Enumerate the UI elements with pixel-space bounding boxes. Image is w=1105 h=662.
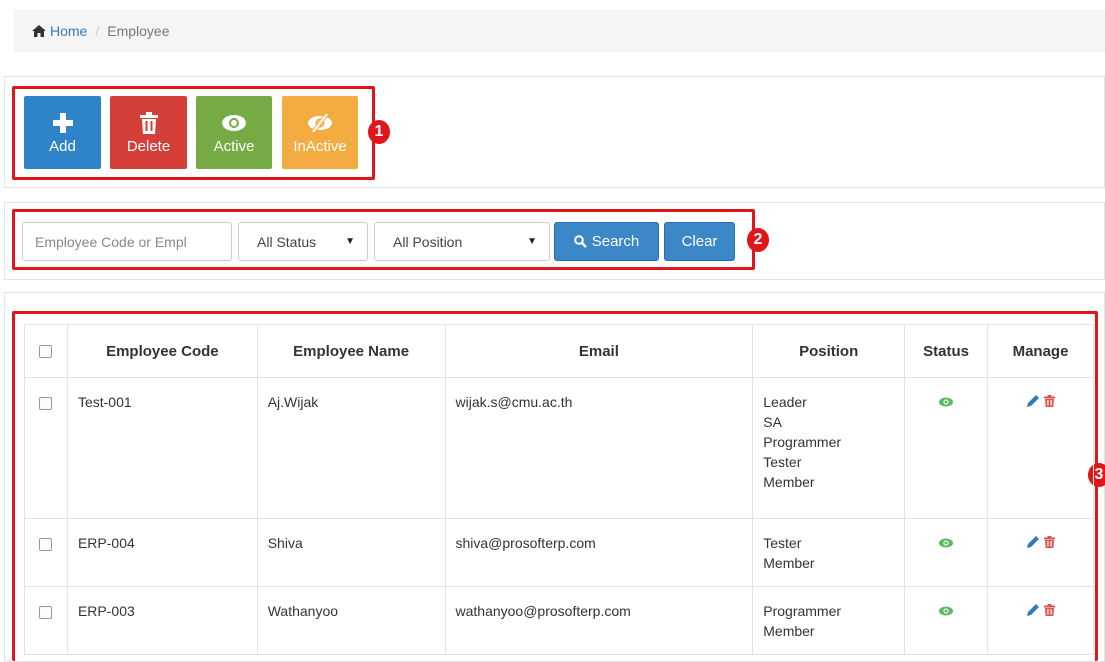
employee-code-cell: Test-001	[66, 377, 258, 519]
active-button-label: Active	[213, 138, 255, 155]
position-select[interactable]: All Position ▼	[374, 222, 550, 261]
status-select-value: All Status	[257, 233, 317, 250]
inactive-button-label: InActive	[293, 138, 347, 155]
annotation-badge-2: 2	[747, 228, 769, 252]
eye-icon	[939, 397, 954, 407]
position-cell: Programmer Member	[752, 586, 906, 655]
employee-name-cell: Aj.Wijak	[256, 377, 446, 519]
clear-button[interactable]: Clear	[664, 222, 735, 261]
row-checkbox-cell	[24, 518, 68, 587]
row-checkbox-cell	[24, 377, 68, 519]
breadcrumb: Home / Employee	[14, 10, 1105, 52]
add-button-label: Add	[49, 138, 76, 155]
position-item: Tester	[763, 454, 802, 470]
manage-cell	[987, 586, 1094, 655]
delete-button[interactable]: Delete	[110, 96, 187, 169]
pencil-icon[interactable]	[1026, 604, 1039, 616]
select-all-checkbox[interactable]	[39, 345, 53, 359]
eye-slash-icon	[308, 110, 332, 136]
table-row: ERP-003 Wathanyoo wathanyoo@prosofterp.c…	[24, 586, 1094, 655]
add-button[interactable]: Add	[24, 96, 101, 169]
manage-cell	[987, 518, 1094, 587]
trash-icon[interactable]	[1043, 536, 1055, 548]
column-header-status: Status	[904, 324, 989, 378]
row-checkbox[interactable]	[39, 605, 53, 619]
employee-code-cell: ERP-004	[66, 518, 258, 587]
email-cell: wathanyoo@prosofterp.com	[444, 586, 754, 655]
trash-icon[interactable]	[1043, 604, 1055, 616]
search-button-label: Search	[591, 233, 640, 250]
breadcrumb-home-label: Home	[50, 23, 88, 39]
column-header-employee-code: Employee Code	[66, 324, 258, 378]
position-item: Leader	[763, 394, 807, 410]
position-cell: Leader SA Programmer Tester Member	[752, 377, 906, 519]
position-item: Tester	[763, 535, 802, 551]
caret-down-icon: ▼	[345, 236, 355, 247]
position-item: Member	[763, 623, 815, 639]
email-cell: wijak.s@cmu.ac.th	[444, 377, 754, 519]
search-button[interactable]: Search	[554, 222, 659, 261]
home-icon	[32, 25, 46, 37]
trash-icon[interactable]	[1043, 395, 1055, 407]
status-cell	[904, 518, 989, 587]
active-button[interactable]: Active	[196, 96, 272, 169]
status-cell	[904, 377, 989, 519]
employee-search-input[interactable]	[22, 222, 232, 261]
delete-button-label: Delete	[126, 138, 171, 155]
employee-table: Employee Code Employee Name Email Positi…	[24, 324, 1094, 655]
column-header-email: Email	[444, 324, 754, 378]
status-select[interactable]: All Status ▼	[238, 222, 368, 261]
eye-icon	[939, 538, 954, 548]
manage-cell	[987, 377, 1094, 519]
position-item: Programmer	[763, 434, 842, 450]
pencil-icon[interactable]	[1026, 536, 1039, 548]
position-cell: Tester Member	[752, 518, 906, 587]
breadcrumb-current: Employee	[107, 23, 170, 39]
table-row: ERP-004 Shiva shiva@prosofterp.com Teste…	[24, 518, 1094, 587]
eye-icon	[939, 606, 954, 616]
row-checkbox-cell	[24, 586, 68, 655]
email-cell: shiva@prosofterp.com	[444, 518, 754, 587]
employee-name-cell: Wathanyoo	[256, 586, 446, 655]
position-item: Member	[763, 474, 815, 490]
position-item: SA	[763, 414, 782, 430]
inactive-button[interactable]: InActive	[282, 96, 358, 169]
position-item: Programmer	[763, 603, 842, 619]
employee-name-cell: Shiva	[256, 518, 446, 587]
caret-down-icon: ▼	[527, 236, 537, 247]
pencil-icon[interactable]	[1026, 395, 1039, 407]
search-icon	[573, 235, 587, 248]
position-select-value: All Position	[393, 233, 463, 250]
table-row: Test-001 Aj.Wijak wijak.s@cmu.ac.th Lead…	[24, 377, 1094, 519]
clear-button-label: Clear	[681, 233, 718, 250]
top-strip	[0, 0, 1105, 8]
plus-icon	[52, 110, 74, 136]
trash-icon	[139, 110, 158, 136]
annotation-badge-1: 1	[368, 120, 390, 144]
row-checkbox[interactable]	[39, 396, 53, 410]
breadcrumb-home-link[interactable]: Home	[32, 23, 87, 39]
select-all-cell	[24, 324, 68, 378]
eye-icon	[222, 110, 246, 136]
column-header-manage: Manage	[987, 324, 1094, 378]
column-header-employee-name: Employee Name	[256, 324, 446, 378]
employee-code-cell: ERP-003	[66, 586, 258, 655]
row-checkbox[interactable]	[39, 537, 53, 551]
breadcrumb-separator: /	[95, 23, 100, 39]
table-header-row: Employee Code Employee Name Email Positi…	[24, 324, 1094, 378]
status-cell	[904, 586, 989, 655]
position-item: Member	[763, 555, 815, 571]
column-header-position: Position	[752, 324, 906, 378]
